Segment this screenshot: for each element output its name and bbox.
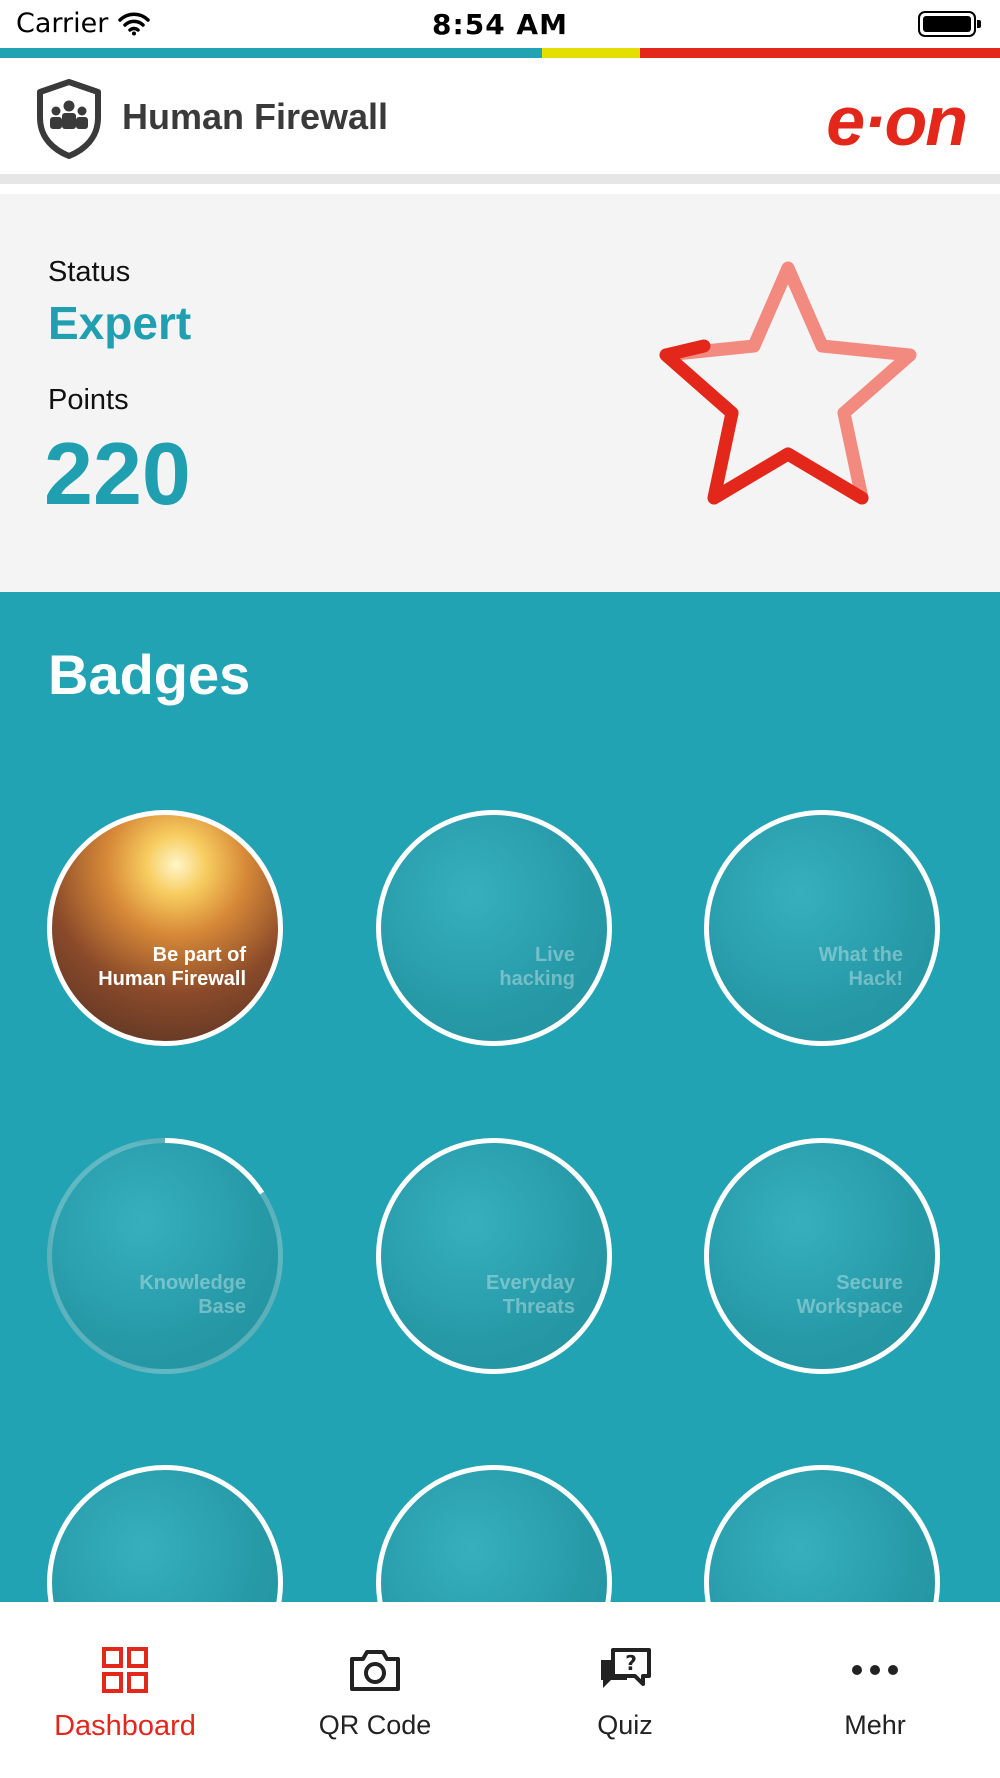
battery-icon [918,11,981,37]
brand-color-stripe [0,48,1000,58]
tab-qr-code[interactable]: QR Code [250,1602,500,1778]
grid-icon [102,1647,148,1693]
badge-label: Live hacking [499,944,575,990]
points-value: 220 [44,424,191,523]
badge-label: Be part of Human Firewall [98,944,246,990]
star-progress-icon [659,261,917,505]
tab-dashboard[interactable]: Dashboard [0,1602,250,1778]
badge-be-part-of-human-firewall[interactable]: Be part of Human Firewall [47,810,283,1046]
badge-row3-1[interactable] [47,1465,283,1602]
status-label: Status [48,256,131,288]
tab-bar: Dashboard QR Code ? Quiz Mehr [0,1602,1000,1778]
tab-label: QR Code [318,1710,432,1740]
points-label: Points [48,384,129,416]
tab-quiz[interactable]: ? Quiz [500,1602,750,1778]
brand-logo: e·on [826,82,968,160]
badge-everyday-threats[interactable]: Everyday Threats [376,1138,612,1374]
badge-what-the-hack[interactable]: What the Hack! [704,810,940,1046]
badge-live-hacking[interactable]: Live hacking [376,810,612,1046]
badges-section: Badges Be part of Human Firewall Live ha… [0,592,1000,1602]
status-value: Expert [48,297,192,349]
badge-row3-3[interactable] [704,1465,940,1602]
tab-mehr[interactable]: Mehr [750,1602,1000,1778]
badge-secure-workspace[interactable]: Secure Workspace [704,1138,940,1374]
tab-label: Quiz [597,1710,653,1740]
status-bar: Carrier 8:54 AM [0,0,1000,48]
tab-label: Dashboard [54,1710,196,1742]
app-header: Human Firewall e·on [0,58,1000,184]
app-title: Human Firewall [122,96,389,137]
badge-label: What the Hack! [818,944,903,990]
more-dots-icon [852,1665,898,1675]
status-panel: Status Expert Points 220 [0,194,1000,592]
shield-logo-icon [37,79,101,159]
camera-icon [350,1650,400,1691]
chat-question-icon: ? [601,1648,651,1688]
tab-label: Mehr [844,1710,906,1740]
badges-title: Badges [48,643,251,706]
badge-label: Everyday Threats [486,1272,575,1318]
clock: 8:54 AM [432,8,568,41]
badge-label: Secure Workspace [796,1272,903,1318]
badge-row3-2[interactable] [376,1465,612,1602]
badge-progress-arc [164,1138,265,1195]
svg-text:?: ? [625,1651,637,1675]
